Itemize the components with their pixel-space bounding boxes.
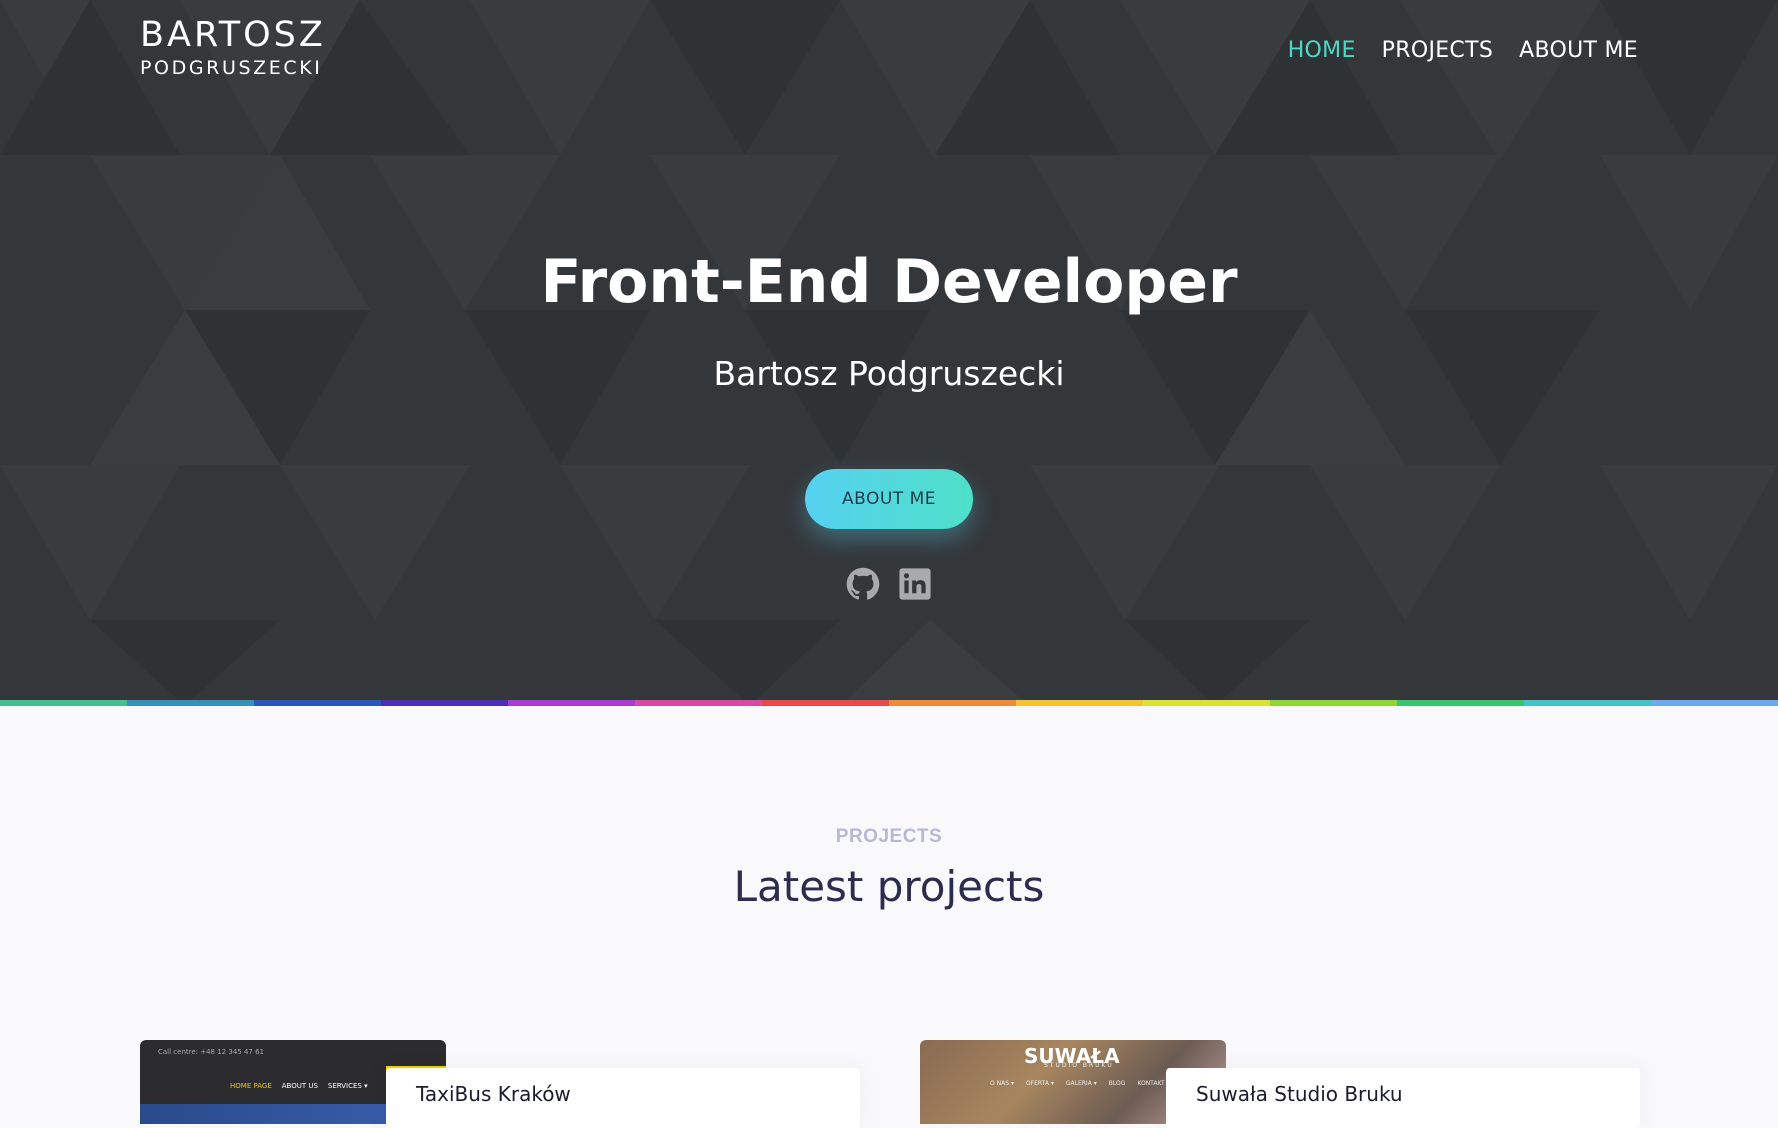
linkedin-link[interactable]: [898, 567, 932, 601]
thumb-brand-sub: STUDIO BRUKU: [1044, 1062, 1114, 1069]
thumb-menu-item: KONTAKT: [1137, 1080, 1165, 1087]
main-nav: HOME PROJECTS ABOUT ME: [1288, 38, 1638, 63]
hero-section: BARTOSZ PODGRUSZECKI HOME PROJECTS ABOUT…: [0, 0, 1778, 706]
project-title[interactable]: Suwała Studio Bruku: [1196, 1082, 1403, 1106]
project-title[interactable]: TaxiBus Kraków: [416, 1082, 571, 1106]
about-me-button[interactable]: ABOUT ME: [805, 469, 973, 529]
thumb-menu: HOME PAGE ABOUT US SERVICES ▾: [230, 1082, 368, 1090]
logo-last-name: PODGRUSZECKI: [140, 57, 323, 79]
thumb-menu-item: OFERTA ▾: [1025, 1080, 1054, 1087]
thumb-menu: O NAS ▾ OFERTA ▾ GALERIA ▾ BLOG KONTAKT: [990, 1080, 1165, 1087]
section-eyebrow: PROJECTS: [835, 826, 943, 847]
hero-subtitle: Bartosz Podgruszecki: [713, 354, 1065, 393]
site-header: BARTOSZ PODGRUSZECKI HOME PROJECTS ABOUT…: [0, 0, 1778, 110]
thumb-call-text: Call centre: +48 12 345 47 61: [158, 1048, 264, 1056]
thumb-menu-item: ABOUT US: [281, 1082, 318, 1090]
project-card-panel: Suwała Studio Bruku: [1166, 1068, 1640, 1128]
site-logo[interactable]: BARTOSZ PODGRUSZECKI: [140, 18, 326, 78]
nav-home[interactable]: HOME: [1288, 38, 1356, 63]
hero-title: Front-End Developer: [540, 247, 1238, 317]
social-links: [846, 567, 932, 601]
thumb-menu-item: O NAS ▾: [990, 1080, 1014, 1087]
nav-about-me[interactable]: ABOUT ME: [1519, 38, 1638, 63]
section-title: Latest projects: [733, 862, 1045, 911]
project-card-panel: TaxiBus Kraków: [386, 1068, 860, 1128]
rainbow-divider: [0, 700, 1778, 706]
github-link[interactable]: [846, 567, 880, 601]
thumb-menu-item: BLOG: [1108, 1080, 1126, 1087]
nav-projects[interactable]: PROJECTS: [1382, 38, 1493, 63]
linkedin-icon: [899, 568, 931, 600]
thumb-menu-item: SERVICES ▾: [327, 1082, 368, 1090]
github-icon: [846, 567, 880, 600]
thumb-menu-item: HOME PAGE: [230, 1082, 272, 1090]
thumb-menu-item: GALERIA ▾: [1065, 1080, 1097, 1087]
logo-first-name: BARTOSZ: [140, 15, 326, 55]
